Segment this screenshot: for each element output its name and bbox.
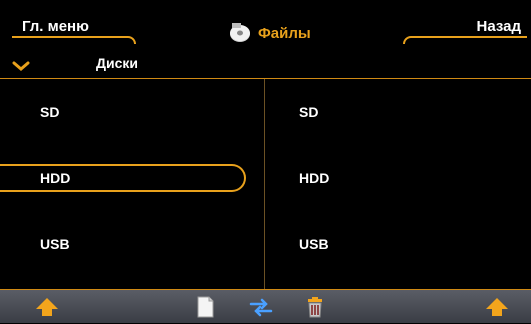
up-arrow-icon <box>486 298 508 316</box>
delete-button[interactable] <box>302 295 328 319</box>
left-item-usb[interactable]: USB <box>0 230 246 258</box>
chevron-down-icon <box>12 61 30 71</box>
move-arrows-icon <box>249 298 273 317</box>
left-item-hdd[interactable]: HDD <box>0 164 246 192</box>
right-item-hdd[interactable]: HDD <box>265 164 505 192</box>
main-menu-label: Гл. меню <box>22 18 89 35</box>
right-item-label: HDD <box>299 170 330 186</box>
right-up-button[interactable] <box>484 295 510 319</box>
bottom-toolbar <box>0 290 531 323</box>
left-pane: SD HDD USB <box>0 79 264 289</box>
move-button[interactable] <box>248 295 274 319</box>
right-item-label: SD <box>299 104 319 120</box>
file-icon <box>197 296 214 318</box>
right-item-usb[interactable]: USB <box>265 230 505 258</box>
right-item-label: USB <box>299 236 329 252</box>
file-button[interactable] <box>192 295 218 319</box>
disc-drive-icon <box>230 23 250 42</box>
right-pane: SD HDD USB <box>265 79 531 289</box>
back-button[interactable]: Назад <box>403 14 527 44</box>
title-area: Файлы <box>228 18 311 48</box>
drives-selector[interactable]: Диски <box>12 55 182 75</box>
drives-label: Диски <box>96 55 138 71</box>
left-up-button[interactable] <box>34 295 60 319</box>
top-bar: Гл. меню Файлы Назад Диски <box>0 0 531 78</box>
left-item-label: USB <box>40 236 70 252</box>
left-item-label: HDD <box>40 170 71 186</box>
back-label: Назад <box>476 18 521 35</box>
page-title: Файлы <box>258 24 311 42</box>
main-menu-button[interactable]: Гл. меню <box>12 14 136 44</box>
up-arrow-icon <box>36 298 58 316</box>
left-item-sd[interactable]: SD <box>0 98 246 126</box>
trash-icon <box>308 297 322 318</box>
left-item-label: SD <box>40 104 60 120</box>
right-item-sd[interactable]: SD <box>265 98 505 126</box>
